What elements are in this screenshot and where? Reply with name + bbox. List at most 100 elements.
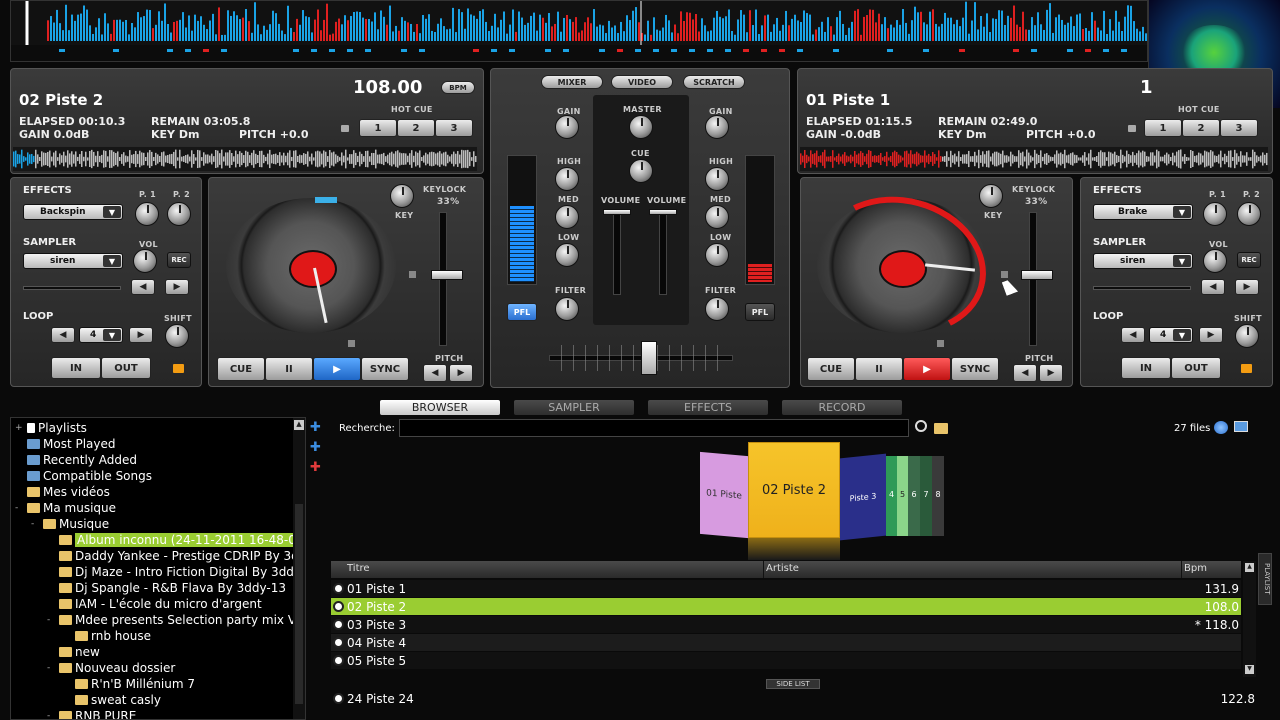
- left-pitch-up-button[interactable]: ▶: [449, 364, 473, 382]
- tree-item[interactable]: + Playlists: [15, 420, 87, 436]
- tree-item[interactable]: - Musique: [31, 516, 109, 532]
- right-high-knob[interactable]: [705, 167, 729, 191]
- folder-icon[interactable]: [934, 423, 948, 434]
- right-shift-knob[interactable]: [1235, 324, 1259, 348]
- right-key-knob[interactable]: [979, 184, 1003, 208]
- tree-item[interactable]: Compatible Songs: [15, 468, 152, 484]
- left-hot-cue-1[interactable]: 1: [359, 119, 397, 137]
- right-sample-select[interactable]: siren ▼: [1093, 253, 1193, 269]
- search-input[interactable]: [399, 419, 909, 437]
- crossfader-handle[interactable]: [641, 341, 657, 375]
- tree-scrollbar[interactable]: ▲: [293, 418, 305, 719]
- table-row[interactable]: 01 Piste 1 131.9: [331, 580, 1241, 597]
- add-playlist-icon[interactable]: ✚: [310, 440, 324, 455]
- tree-item[interactable]: Dj Spangle - R&B Flava By 3ddy-13: [47, 580, 286, 596]
- right-track-waveform[interactable]: [800, 147, 1268, 171]
- scrollbar-thumb[interactable]: [295, 504, 303, 704]
- right-rec-button[interactable]: REC: [1237, 252, 1261, 268]
- left-hot-cue-2[interactable]: 2: [397, 119, 435, 137]
- globe-icon[interactable]: [1214, 421, 1228, 434]
- cover-prev[interactable]: 01 Piste: [700, 451, 748, 539]
- expand-icon[interactable]: -: [47, 615, 57, 625]
- column-artist[interactable]: Artiste: [766, 563, 799, 574]
- tab-sampler[interactable]: SAMPLER: [514, 400, 634, 415]
- left-loop-in-button[interactable]: IN: [51, 357, 101, 379]
- right-low-knob[interactable]: [705, 243, 729, 267]
- right-vol-knob[interactable]: [1203, 249, 1227, 273]
- left-sampler-prev-button[interactable]: ◀: [131, 279, 155, 295]
- right-loop-half-button[interactable]: ◀: [1121, 327, 1145, 343]
- tree-item[interactable]: IAM - L'école du micro d'argent: [47, 596, 262, 612]
- column-title[interactable]: Titre: [347, 563, 370, 574]
- left-key-knob[interactable]: [390, 184, 414, 208]
- tree-item[interactable]: Daddy Yankee - Prestige CDRIP By 3d...: [47, 548, 305, 564]
- right-hot-cue-3[interactable]: 3: [1220, 119, 1258, 137]
- expand-icon[interactable]: -: [47, 663, 57, 673]
- left-sync-button[interactable]: SYNC: [361, 357, 409, 381]
- tracklist-scrollbar[interactable]: ▲ ▼: [1243, 561, 1256, 677]
- tree-item[interactable]: - RNB PURE: [47, 708, 136, 719]
- tree-item[interactable]: new: [47, 644, 100, 660]
- right-p1-knob[interactable]: [1203, 202, 1227, 226]
- scroll-up-icon[interactable]: ▲: [1245, 563, 1254, 572]
- right-hot-cue-1[interactable]: 1: [1144, 119, 1182, 137]
- left-effect-select[interactable]: Backspin ▼: [23, 204, 123, 220]
- tree-item[interactable]: Album inconnu (24-11-2011 16-48-02): [47, 532, 305, 548]
- search-icon[interactable]: [915, 420, 927, 432]
- expand-icon[interactable]: -: [31, 519, 41, 529]
- cover-current[interactable]: 02 Piste 2: [748, 442, 840, 538]
- tree-item[interactable]: - Nouveau dossier: [47, 660, 175, 676]
- right-pitch-down-button[interactable]: ◀: [1013, 364, 1037, 382]
- left-gain-knob[interactable]: [555, 115, 579, 139]
- cover-next[interactable]: Piste 3: [840, 453, 886, 541]
- right-gain-knob[interactable]: [705, 115, 729, 139]
- monitor-icon[interactable]: [1234, 421, 1248, 432]
- right-loop-double-button[interactable]: ▶: [1199, 327, 1223, 343]
- right-loop-out-button[interactable]: OUT: [1171, 357, 1221, 379]
- expand-icon[interactable]: -: [15, 503, 25, 513]
- right-cue-button[interactable]: CUE: [807, 357, 855, 381]
- cover-7[interactable]: 7: [920, 456, 932, 536]
- tab-effects[interactable]: EFFECTS: [648, 400, 768, 415]
- left-pitch-slider[interactable]: [431, 270, 463, 280]
- right-p2-knob[interactable]: [1237, 202, 1261, 226]
- right-pfl-button[interactable]: PFL: [745, 303, 775, 321]
- tab-mixer[interactable]: MIXER: [541, 75, 603, 89]
- tab-browser[interactable]: BROWSER: [380, 400, 500, 415]
- table-row[interactable]: 02 Piste 2 108.0: [331, 598, 1241, 615]
- top-waveform[interactable]: [10, 0, 1148, 62]
- tree-item[interactable]: Dj Maze - Intro Fiction Digital By 3ddy-…: [47, 564, 305, 580]
- left-p2-knob[interactable]: [167, 202, 191, 226]
- table-row[interactable]: 05 Piste 5: [331, 652, 1241, 669]
- tree-item[interactable]: - Ma musique: [15, 500, 116, 516]
- right-pitch-up-button[interactable]: ▶: [1039, 364, 1063, 382]
- cue-mix-knob[interactable]: [629, 159, 653, 183]
- coverflow[interactable]: 01 Piste 02 Piste 2 Piste 3 4 5 6 7 8: [700, 442, 960, 560]
- add-folder-icon[interactable]: ✚: [310, 420, 324, 435]
- left-pfl-button[interactable]: PFL: [507, 303, 537, 321]
- left-sampler-next-button[interactable]: ▶: [165, 279, 189, 295]
- left-loop-half-button[interactable]: ◀: [51, 327, 75, 343]
- tree-item[interactable]: - Mdee presents Selection party mix Vol .…: [47, 612, 305, 628]
- left-p1-knob[interactable]: [135, 202, 159, 226]
- right-sampler-prev-button[interactable]: ◀: [1201, 279, 1225, 295]
- scroll-up-icon[interactable]: ▲: [294, 420, 304, 430]
- right-loop-in-button[interactable]: IN: [1121, 357, 1171, 379]
- right-loop-select[interactable]: 4 ▼: [1149, 327, 1193, 343]
- tree-item[interactable]: sweat casly: [63, 692, 161, 708]
- right-effect-select[interactable]: Brake ▼: [1093, 204, 1193, 220]
- tab-record[interactable]: RECORD: [782, 400, 902, 415]
- left-volume-fader[interactable]: [603, 209, 631, 215]
- left-loop-out-button[interactable]: OUT: [101, 357, 151, 379]
- left-filter-knob[interactable]: [555, 297, 579, 321]
- right-filter-knob[interactable]: [705, 297, 729, 321]
- expand-icon[interactable]: -: [47, 711, 57, 719]
- left-rec-button[interactable]: REC: [167, 252, 191, 268]
- master-knob[interactable]: [629, 115, 653, 139]
- right-volume-track[interactable]: [659, 211, 667, 295]
- left-loop-double-button[interactable]: ▶: [129, 327, 153, 343]
- right-sampler-next-button[interactable]: ▶: [1235, 279, 1259, 295]
- left-high-knob[interactable]: [555, 167, 579, 191]
- left-bpm-button[interactable]: BPM: [441, 81, 475, 94]
- right-pitch-slider[interactable]: [1021, 270, 1053, 280]
